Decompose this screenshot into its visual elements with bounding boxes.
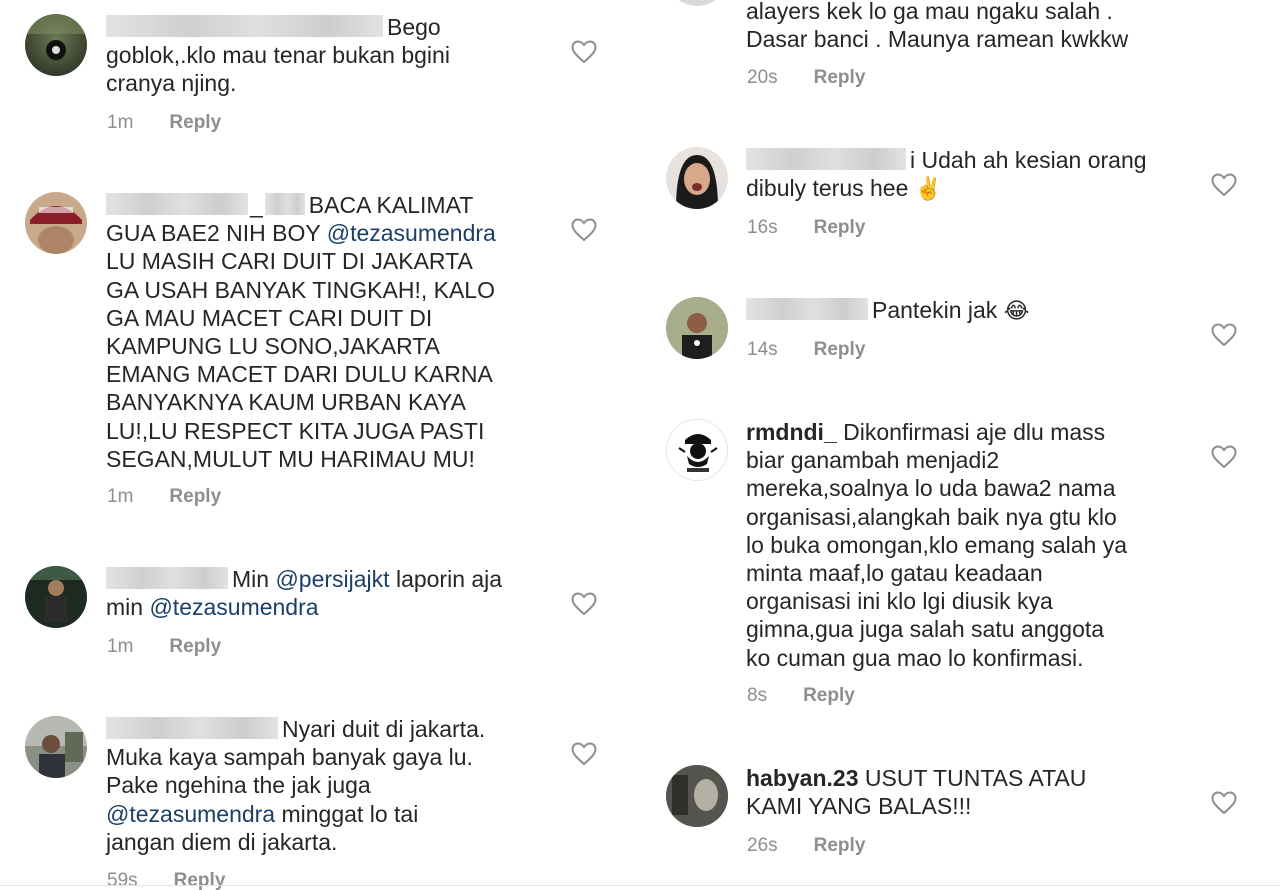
comment-text-body: KAMI YANG BALAS!!! — [746, 793, 972, 820]
comment-text: alayers kek lo ga mau ngaku salah . Dasa… — [746, 0, 1216, 53]
comment-meta: 20s Reply — [747, 67, 865, 89]
comment-text-body: goblok,.klo mau tenar bukan bgini cranya… — [106, 42, 450, 97]
comment-text-body: Muka kaya sampah banyak gaya lu. Pake ng… — [106, 744, 473, 799]
reply-button[interactable]: Reply — [174, 870, 226, 890]
mention-link[interactable]: @tezasumendra — [149, 594, 318, 620]
comment-meta: 14s Reply — [747, 339, 865, 361]
comment-meta: 59s Reply — [107, 870, 225, 890]
comment-text-body: alayers kek lo ga mau ngaku salah . Dasa… — [746, 0, 1129, 53]
tears-of-joy-emoji: 😂 — [1003, 298, 1030, 323]
comment-text-body: LU MASIH CARI DUIT DI JAKARTA GA USAH BA… — [106, 248, 495, 472]
victory-hand-emoji: ✌️ — [914, 176, 943, 202]
comment-text: i Udah ah kesian orang dibuly terus hee … — [746, 146, 1216, 203]
mention-link[interactable]: @persijajkt — [275, 566, 389, 592]
redacted-username — [264, 193, 305, 215]
comment-meta: 1m Reply — [107, 636, 221, 658]
username-link[interactable]: rmdndi_ — [746, 419, 837, 445]
comment-meta: 26s Reply — [747, 835, 865, 857]
avatar[interactable] — [25, 566, 87, 628]
timestamp: 1m — [107, 112, 134, 133]
heart-outline-icon[interactable] — [571, 742, 597, 766]
avatar[interactable] — [666, 419, 728, 481]
comment-text: Min @persijajkt laporin aja min @tezasum… — [106, 565, 576, 621]
heart-outline-icon[interactable] — [571, 218, 597, 242]
bottom-divider — [0, 885, 1280, 886]
comment-text: rmdndi_ Dikonfirmasi aje dlu mass biar g… — [746, 418, 1216, 672]
timestamp: 20s — [747, 67, 778, 88]
avatar[interactable] — [25, 14, 87, 76]
comment-text-start: Min — [232, 566, 276, 592]
comment-text: habyan.23 USUT TUNTAS ATAU KAMI YANG BAL… — [746, 764, 1216, 820]
comment-text-body: laporin aja — [389, 566, 503, 592]
comment-meta: 1m Reply — [107, 486, 221, 508]
heart-outline-icon[interactable] — [1211, 173, 1237, 197]
heart-outline-icon[interactable] — [1211, 791, 1237, 815]
comment-text-start: Bego — [387, 14, 441, 40]
mention-link[interactable]: @tezasumendra — [327, 220, 496, 246]
avatar[interactable] — [666, 147, 728, 209]
avatar[interactable] — [666, 297, 728, 359]
redacted-username — [106, 15, 383, 37]
comment-text-start: USUT TUNTAS ATAU — [858, 765, 1087, 791]
timestamp: 26s — [747, 835, 778, 856]
comment-text: _ BACA KALIMAT GUA BAE2 NIH BOY @tezasume… — [106, 192, 496, 472]
timestamp: 1m — [107, 636, 134, 657]
redacted-username — [746, 298, 868, 320]
comment-text-start: Pantekin jak — [872, 297, 1004, 323]
reply-button[interactable]: Reply — [814, 67, 866, 89]
timestamp: 8s — [747, 685, 768, 706]
timestamp: 1m — [107, 486, 134, 507]
timestamp: 14s — [747, 339, 778, 360]
comment-text-start: Nyari duit di jakarta. — [282, 716, 486, 742]
redacted-username — [106, 717, 278, 739]
redacted-username — [106, 567, 228, 589]
comment-text-body: min — [106, 594, 150, 621]
reply-button[interactable]: Reply — [169, 636, 221, 658]
reply-button[interactable]: Reply — [803, 685, 855, 707]
reply-button[interactable]: Reply — [814, 835, 866, 857]
redacted-username — [746, 148, 906, 170]
heart-outline-icon[interactable] — [1211, 323, 1237, 347]
comment-meta: 16s Reply — [747, 217, 865, 239]
comment-text-body: biar ganambah menjadi2 mereka,soalnya lo… — [746, 447, 1128, 671]
heart-outline-icon[interactable] — [571, 592, 597, 616]
comment-meta: 1m Reply — [107, 112, 221, 134]
avatar[interactable] — [25, 192, 87, 254]
heart-outline-icon[interactable] — [1211, 445, 1237, 469]
redacted-username — [106, 193, 248, 215]
comment-text-start: BACA KALIMAT — [308, 192, 474, 218]
username-link[interactable]: habyan.23 — [746, 765, 859, 791]
comment-text-start: Dikonfirmasi aje dlu mass — [836, 419, 1106, 445]
avatar[interactable] — [666, 0, 728, 6]
reply-button[interactable]: Reply — [169, 486, 221, 508]
reply-button[interactable]: Reply — [814, 339, 866, 361]
avatar[interactable] — [25, 716, 87, 778]
mention-link[interactable]: @tezasumendra — [106, 801, 275, 827]
comment-text-body: GUA BAE2 NIH BOY — [106, 220, 327, 247]
comment-text: Nyari duit di jakarta. Muka kaya sampah … — [106, 715, 576, 856]
avatar[interactable] — [666, 765, 728, 827]
reply-button[interactable]: Reply — [814, 217, 866, 239]
comment-text: Pantekin jak 😂 — [746, 296, 1216, 325]
comment-text-start: i Udah ah kesian orang — [910, 147, 1147, 173]
heart-outline-icon[interactable] — [571, 40, 597, 64]
comments-screen: Bego goblok,.klo mau tenar bukan bgini c… — [0, 0, 1280, 890]
timestamp: 59s — [107, 870, 138, 890]
reply-button[interactable]: Reply — [169, 112, 221, 134]
comment-text-body: dibuly terus hee — [746, 175, 915, 202]
timestamp: 16s — [747, 217, 778, 238]
comment-text: Bego goblok,.klo mau tenar bukan bgini c… — [106, 13, 576, 98]
comment-meta: 8s Reply — [747, 685, 855, 707]
